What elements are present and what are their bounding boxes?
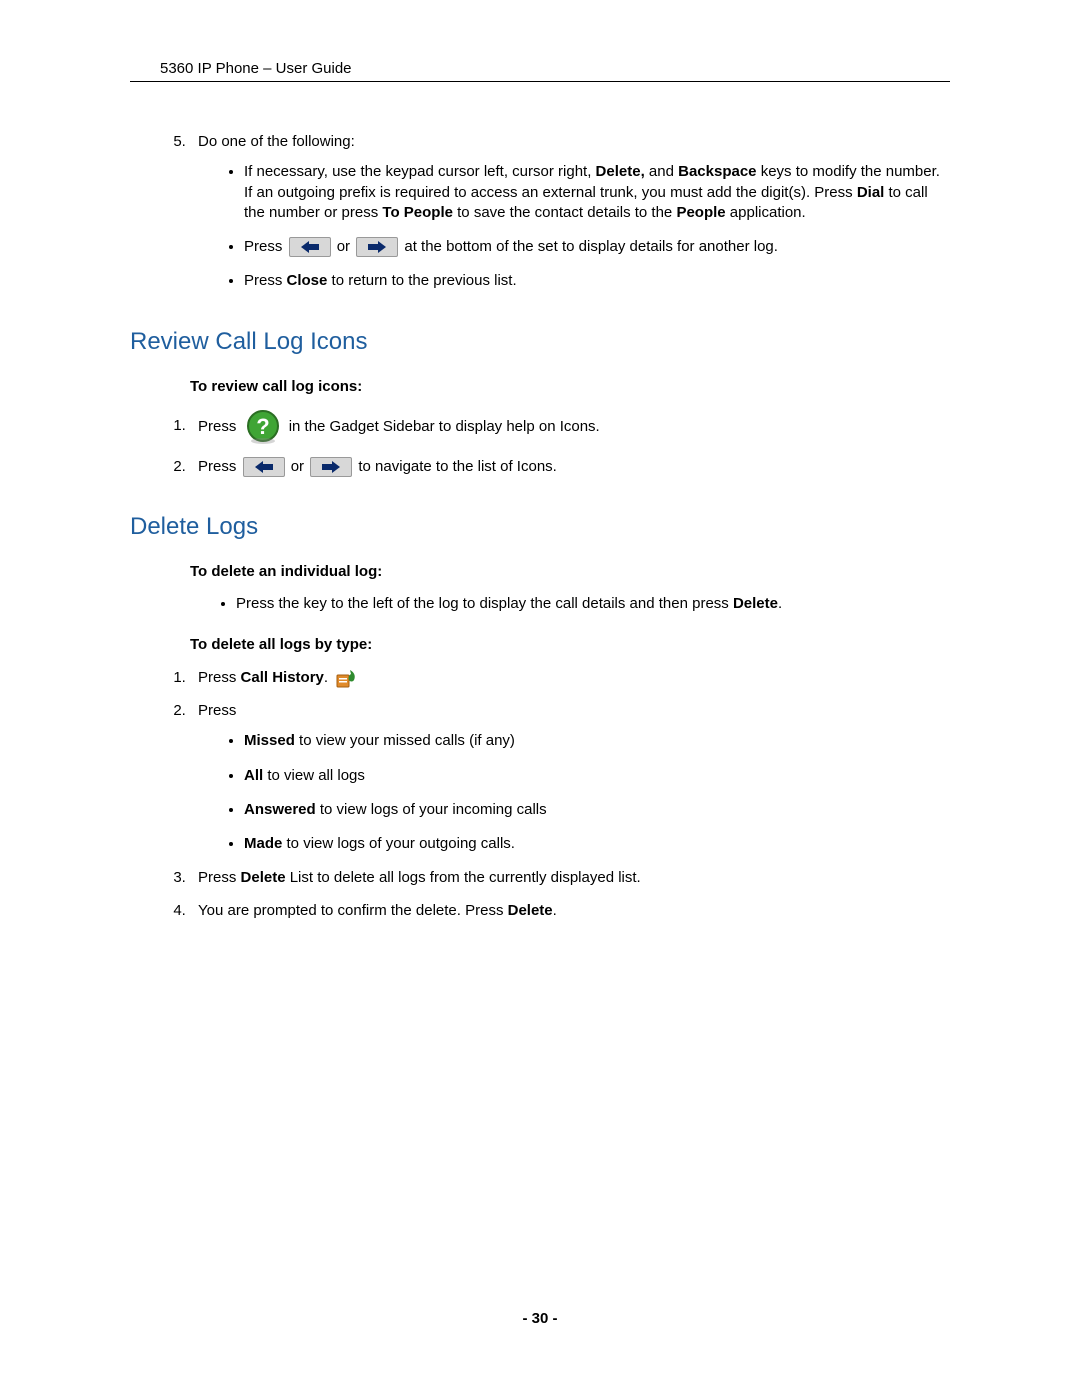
delete-all-step-3: Press Delete List to delete all logs fro…: [190, 868, 950, 888]
review-step-2: Press or to navigate to the list of Icon…: [190, 457, 950, 477]
delete-all-step-2-bullets: Missed to view your missed calls (if any…: [244, 731, 950, 854]
step-5: Do one of the following: If necessary, u…: [190, 132, 950, 292]
arrow-right-icon: [310, 457, 352, 477]
page: 5360 IP Phone – User Guide Do one of the…: [0, 0, 1080, 1397]
heading-review: Review Call Log Icons: [130, 328, 950, 356]
delete-all-step-4: You are prompted to confirm the delete. …: [190, 901, 950, 921]
delete-all-step-2: Press Missed to view your missed calls (…: [190, 701, 950, 854]
svg-text:?: ?: [256, 414, 269, 439]
step-5-bullets: If necessary, use the keypad cursor left…: [244, 162, 950, 291]
subhead-delete-individual: To delete an individual log:: [190, 563, 950, 580]
call-history-icon: [336, 667, 358, 689]
review-step-1: Press ? in the Gadget Sidebar to display…: [190, 409, 950, 445]
heading-delete: Delete Logs: [130, 513, 950, 541]
delete-individual-bullet: Press the key to the left of the log to …: [236, 594, 950, 614]
review-steps: Press ? in the Gadget Sidebar to display…: [190, 409, 950, 477]
subhead-review: To review call log icons:: [190, 378, 950, 395]
step5-bullet-modify: If necessary, use the keypad cursor left…: [244, 162, 950, 223]
delete-individual-bullets: Press the key to the left of the log to …: [236, 594, 950, 614]
arrow-left-icon: [289, 237, 331, 257]
help-icon: ?: [245, 409, 281, 445]
arrow-right-icon: [356, 237, 398, 257]
subhead-delete-all: To delete all logs by type:: [190, 636, 950, 653]
continuation-list: Do one of the following: If necessary, u…: [190, 132, 950, 292]
page-number: - 30 -: [0, 1310, 1080, 1327]
bullet-made: Made to view logs of your outgoing calls…: [244, 834, 950, 854]
step5-bullet-close: Press Close to return to the previous li…: [244, 271, 950, 291]
bullet-all: All to view all logs: [244, 766, 950, 786]
delete-all-steps: Press Call History. Press Missed to view…: [190, 667, 950, 921]
arrow-left-icon: [243, 457, 285, 477]
step-5-lead: Do one of the following:: [198, 133, 355, 150]
delete-all-step-1: Press Call History.: [190, 667, 950, 689]
bullet-missed: Missed to view your missed calls (if any…: [244, 731, 950, 751]
header-title: 5360 IP Phone – User Guide: [160, 60, 352, 77]
bullet-answered: Answered to view logs of your incoming c…: [244, 800, 950, 820]
step5-bullet-nav: Press or at the bottom of the set to dis…: [244, 237, 950, 257]
page-header: 5360 IP Phone – User Guide: [130, 60, 950, 82]
